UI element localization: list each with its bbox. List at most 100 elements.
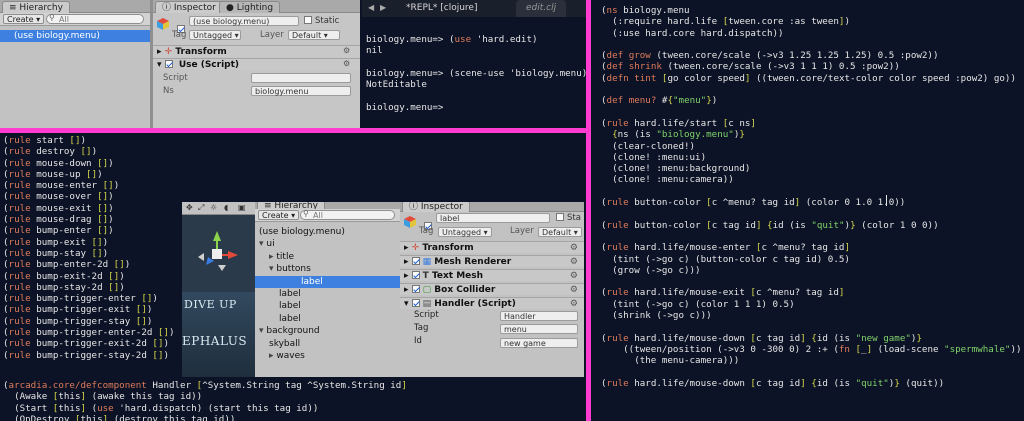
use-script-label: Use (Script) bbox=[178, 60, 240, 70]
gear-icon[interactable]: ⚙ bbox=[570, 270, 578, 282]
inspector-panel-small: ⓘ Inspector label Sta Tag Untagged ▾ Lay… bbox=[400, 202, 584, 377]
layer-dropdown[interactable]: Default ▾ bbox=[538, 227, 582, 237]
gear-icon[interactable]: ⚙ bbox=[570, 242, 578, 254]
handler-id-field[interactable]: new game bbox=[500, 338, 578, 348]
handler-tag-field[interactable]: menu bbox=[500, 324, 578, 334]
hierarchy-item[interactable]: ▾ buttons bbox=[255, 263, 400, 275]
gear-icon[interactable]: ⚙ bbox=[343, 46, 350, 55]
pane-divider-horizontal[interactable] bbox=[0, 128, 589, 133]
code-line: (rule bump-trigger-enter []) bbox=[3, 293, 158, 305]
static-toggle[interactable]: Static bbox=[304, 16, 339, 26]
scene-view[interactable]: ✥ ⤢ ☼ ◖ ▣ DIVE UP EPHALUS bbox=[182, 202, 255, 377]
collapse-arrow-icon[interactable]: ▸ bbox=[404, 285, 412, 295]
tab-inspector[interactable]: ⓘ Inspector bbox=[155, 1, 223, 13]
tab-inspector-label: Inspector bbox=[173, 3, 216, 13]
hierarchy-item[interactable]: label bbox=[255, 288, 400, 300]
component-header[interactable]: ▸ ▢ Box Collider ⚙ bbox=[400, 283, 584, 295]
code-editor-right[interactable]: (ns biology.menu (:require hard.life [tw… bbox=[601, 5, 1021, 421]
component-header[interactable]: ▾ ▤ Handler (Script) ⚙ bbox=[400, 297, 584, 309]
image-icon[interactable]: ▣ bbox=[238, 203, 246, 212]
collapse-arrow-icon[interactable]: ▸ bbox=[404, 257, 412, 267]
gameobject-cube-icon bbox=[403, 214, 417, 228]
component-enabled-checkbox[interactable] bbox=[411, 271, 420, 279]
ns-field[interactable]: biology.menu bbox=[251, 86, 351, 96]
tag-dropdown[interactable]: Untagged ▾ bbox=[189, 30, 241, 40]
use-script-component-header[interactable]: ▾ Use (Script) bbox=[153, 58, 360, 70]
rules-code[interactable]: (rule start []) (rule destroy []) (rule mo… bbox=[3, 135, 183, 365]
gear-icon[interactable]: ⚙ bbox=[570, 298, 578, 310]
hierarchy-item[interactable]: ▸ title bbox=[255, 251, 400, 263]
search-placeholder: All bbox=[59, 15, 69, 24]
transform-icon: ✛ bbox=[164, 47, 173, 57]
hierarchy-item-label: skyball bbox=[269, 338, 301, 349]
script-field[interactable] bbox=[251, 73, 351, 83]
scale-tool-icon[interactable]: ⤢ bbox=[198, 203, 204, 213]
expand-arrow-icon[interactable]: ▾ bbox=[404, 299, 412, 309]
scene-toolbar: ✥ ⤢ ☼ ◖ ▣ bbox=[182, 202, 255, 215]
hierarchy-item[interactable]: ▾ ui bbox=[255, 238, 400, 250]
hierarchy-item[interactable]: label bbox=[255, 300, 400, 312]
collapse-arrow-icon[interactable]: ▸ bbox=[404, 243, 412, 253]
component-header[interactable]: ▸ ▦ Mesh Renderer ⚙ bbox=[400, 255, 584, 267]
tag-dropdown[interactable]: Untagged ▾ bbox=[438, 227, 492, 237]
code-line: (:require hard.life [tween.core :as twee… bbox=[601, 16, 850, 28]
arrow-right-icon[interactable]: ▶ bbox=[380, 3, 386, 12]
component-header[interactable]: ▸ ✛ Transform ⚙ bbox=[400, 241, 584, 253]
component-code[interactable]: (arcadia.core/defcomponent Handler [^Sys… bbox=[3, 380, 585, 421]
static-toggle[interactable]: Sta bbox=[556, 213, 581, 223]
gear-icon[interactable]: ⚙ bbox=[570, 284, 578, 296]
mesh-renderer-icon: ▦ bbox=[422, 257, 435, 267]
tab-hierarchy[interactable]: ≡ Hierarchy bbox=[2, 1, 70, 13]
object-name-field[interactable]: label bbox=[436, 213, 550, 223]
script-enabled-checkbox[interactable] bbox=[164, 60, 173, 68]
script-field[interactable]: Handler bbox=[500, 311, 578, 321]
id-field-label: Id bbox=[414, 336, 422, 346]
tab-edit-clj[interactable]: edit.clj bbox=[516, 0, 567, 17]
gear-icon[interactable]: ⚙ bbox=[343, 59, 350, 68]
hierarchy-item[interactable]: skyball bbox=[255, 338, 400, 350]
create-button[interactable]: Create ▾ bbox=[3, 14, 45, 24]
hierarchy-search-input[interactable]: All bbox=[46, 14, 144, 24]
hierarchy-item[interactable]: ▸ waves bbox=[255, 350, 400, 362]
hierarchy-item[interactable]: label bbox=[255, 313, 400, 325]
arrow-left-icon[interactable]: ◀ bbox=[368, 3, 374, 12]
component-label: Text Mesh bbox=[431, 271, 484, 281]
hierarchy-list bbox=[0, 27, 150, 128]
hierarchy-item-label: label bbox=[279, 301, 301, 312]
component-enabled-checkbox[interactable] bbox=[411, 257, 420, 265]
sun-icon[interactable]: ☼ bbox=[210, 203, 217, 212]
game-preview: DIVE UP EPHALUS bbox=[182, 292, 255, 377]
create-button[interactable]: Create ▾ bbox=[258, 210, 300, 220]
axis-gizmo[interactable] bbox=[192, 227, 242, 277]
component-header[interactable]: ▸ T Text Mesh ⚙ bbox=[400, 269, 584, 281]
pane-divider-vertical[interactable] bbox=[586, 0, 591, 421]
move-tool-icon[interactable]: ✥ bbox=[186, 203, 193, 212]
code-line: ((tween/position (->v3 0 -300 0) 2 :+ (f… bbox=[601, 343, 1021, 355]
tab-lighting[interactable]: ● Lighting bbox=[219, 1, 281, 13]
hierarchy-search-input[interactable]: All bbox=[300, 210, 395, 220]
tag-value: Untagged bbox=[193, 31, 233, 40]
hierarchy-item[interactable]: (use biology.menu) bbox=[255, 226, 400, 238]
audio-icon[interactable]: ◖ bbox=[224, 203, 228, 212]
code-line: (grow (->go c))) bbox=[601, 264, 701, 276]
object-name-field[interactable]: (use biology.menu) bbox=[189, 16, 299, 26]
code-line: (rule hard.life/mouse-exit [c ^menu? tag… bbox=[601, 287, 845, 299]
hierarchy-item[interactable]: ▾ background bbox=[255, 325, 400, 337]
code-line: (rule bump-exit []) bbox=[3, 236, 109, 248]
hierarchy-item-selected[interactable]: (use biology.menu) bbox=[0, 30, 150, 42]
component-enabled-checkbox[interactable] bbox=[411, 285, 420, 293]
code-line: (clone! :menu:camera)) bbox=[601, 174, 734, 186]
code-line: (tint (->go c) (color 1 1 1) 0.5) bbox=[601, 298, 795, 310]
layer-dropdown[interactable]: Default ▾ bbox=[288, 30, 340, 40]
code-line: (the menu-camera))) bbox=[601, 355, 740, 367]
transform-component-header[interactable]: ▸ ✛ Transform bbox=[153, 45, 360, 57]
tab-repl[interactable]: *REPL* [clojure] bbox=[396, 0, 487, 17]
gear-icon[interactable]: ⚙ bbox=[570, 256, 578, 268]
repl-output[interactable]: biology.menu=> (use 'hard.edit) nil biolo… bbox=[366, 34, 586, 113]
tab-inspector-small[interactable]: ⓘ Inspector bbox=[402, 202, 470, 212]
collapse-arrow-icon[interactable]: ▸ bbox=[404, 271, 412, 281]
component-enabled-checkbox[interactable] bbox=[411, 299, 420, 307]
hierarchy-item[interactable]: label bbox=[255, 275, 400, 288]
